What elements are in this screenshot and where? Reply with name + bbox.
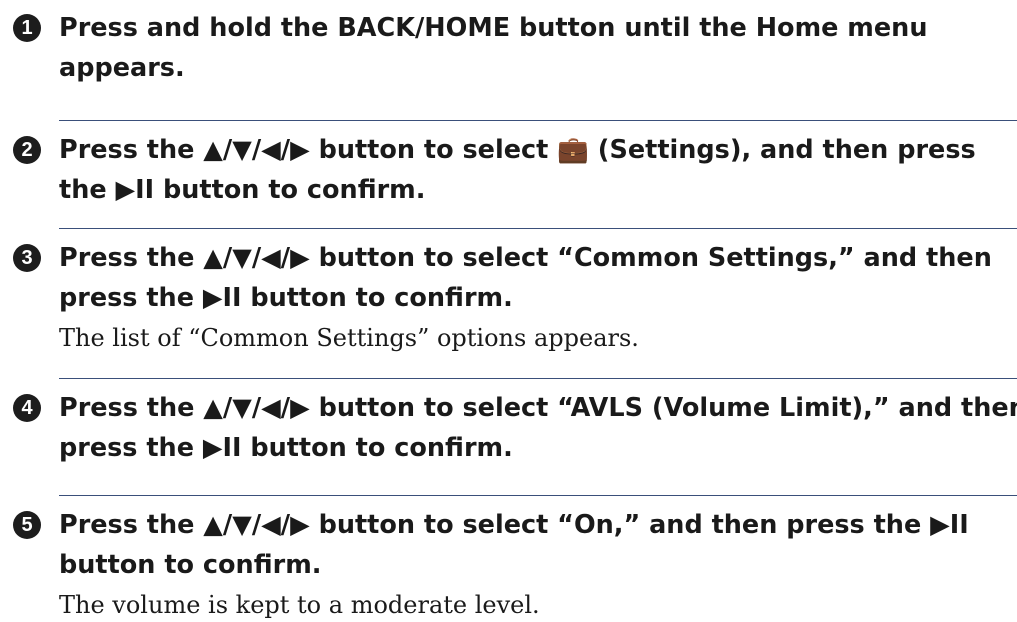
- step-number-badge: 3: [13, 244, 41, 272]
- step-title-line: Press the ▲/▼/◀/▶ button to select “AVLS…: [59, 393, 1017, 423]
- step-divider: [59, 378, 1017, 379]
- step-title: Press the ▲/▼/◀/▶ button to select “On,”…: [59, 505, 1009, 585]
- step-title-line: press the ▶II button to confirm.: [59, 283, 513, 313]
- step-title-line: appears.: [59, 53, 185, 83]
- step-title-line: Press the ▲/▼/◀/▶ button to select “Comm…: [59, 243, 992, 273]
- step-title: Press the ▲/▼/◀/▶ button to select 💼 (Se…: [59, 130, 1009, 210]
- step-title: Press the ▲/▼/◀/▶ button to select “Comm…: [59, 238, 1009, 318]
- step-divider: [59, 495, 1017, 496]
- step-number-badge: 5: [13, 511, 41, 539]
- step-divider: [59, 228, 1017, 229]
- instruction-page: 1 Press and hold the BACK/HOME button un…: [0, 0, 1017, 622]
- step-divider: [59, 120, 1017, 121]
- step-number-badge: 2: [13, 136, 41, 164]
- step-description: The volume is kept to a moderate level.: [59, 591, 540, 619]
- step-title-line: button to confirm.: [59, 550, 322, 580]
- step-title-line: press the ▶II button to confirm.: [59, 433, 513, 463]
- step-title-line: Press the ▲/▼/◀/▶ button to select “On,”…: [59, 510, 969, 540]
- step-title-line: the ▶II button to confirm.: [59, 175, 426, 205]
- step-number-badge: 4: [13, 394, 41, 422]
- step-title: Press the ▲/▼/◀/▶ button to select “AVLS…: [59, 388, 1017, 468]
- step-number-badge: 1: [13, 14, 41, 42]
- step-description: The list of “Common Settings” options ap…: [59, 324, 639, 352]
- step-title-line: Press the ▲/▼/◀/▶ button to select 💼 (Se…: [59, 135, 976, 165]
- step-title: Press and hold the BACK/HOME button unti…: [59, 8, 1009, 88]
- step-title-line: Press and hold the BACK/HOME button unti…: [59, 13, 928, 43]
